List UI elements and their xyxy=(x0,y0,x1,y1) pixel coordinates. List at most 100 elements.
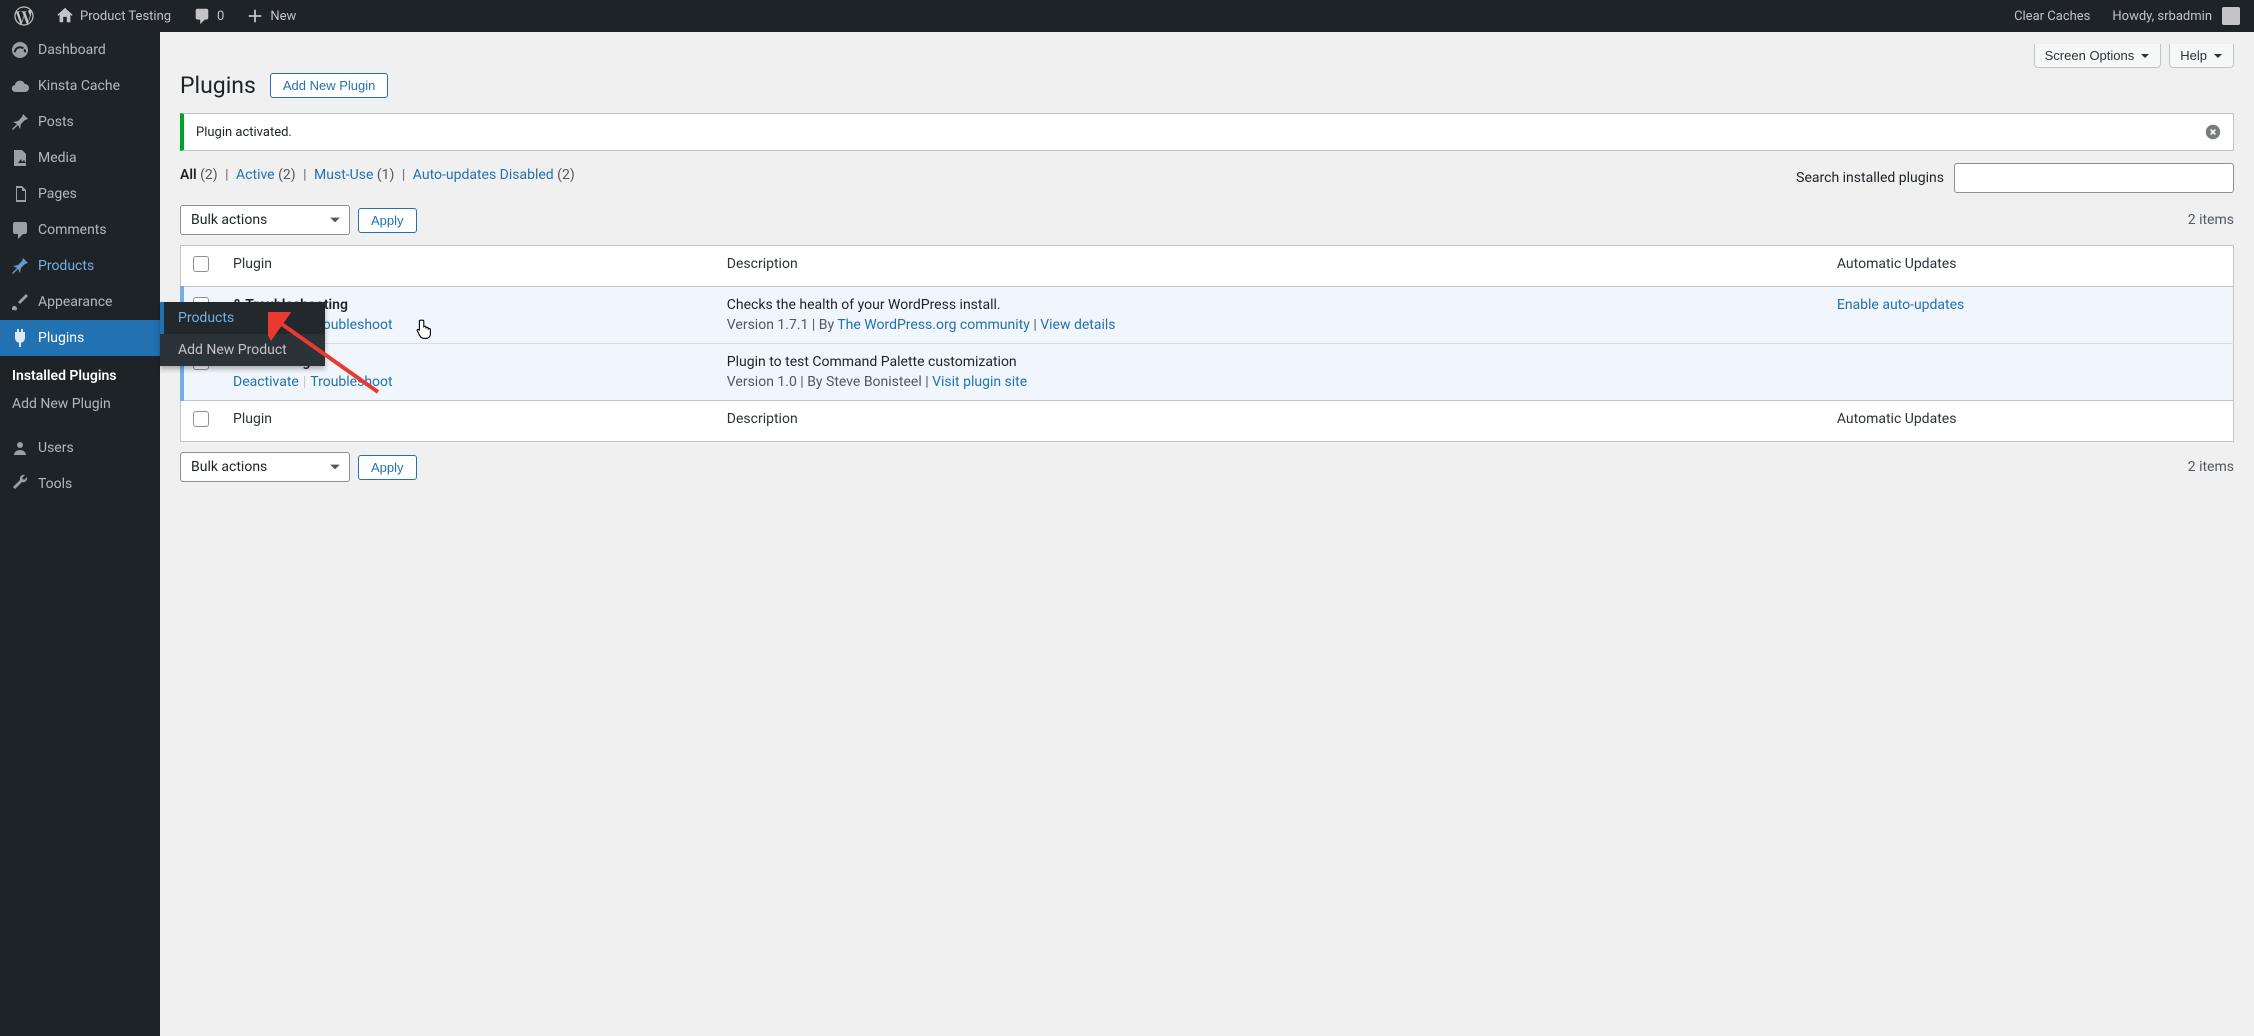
clear-caches-link[interactable]: Clear Caches xyxy=(2010,0,2094,32)
filter-all[interactable]: All xyxy=(180,167,197,183)
sidebar-item-plugins[interactable]: Plugins xyxy=(0,320,160,356)
avatar xyxy=(2222,7,2240,25)
comment-icon xyxy=(10,220,30,240)
plug-icon xyxy=(10,328,30,348)
column-plugin-footer[interactable]: Plugin xyxy=(221,401,715,442)
comment-count: 0 xyxy=(217,9,224,24)
caret-down-icon xyxy=(329,461,341,473)
site-name-link[interactable]: Product Testing xyxy=(52,0,175,32)
products-flyout: Products Add New Product xyxy=(160,302,325,366)
new-content-link[interactable]: New xyxy=(242,0,300,32)
deactivate-link[interactable]: Deactivate xyxy=(233,374,299,390)
sidebar-item-label: Appearance xyxy=(38,294,112,310)
column-auto-updates-footer[interactable]: Automatic Updates xyxy=(1825,401,2234,442)
plugin-description: Plugin to test Command Palette customiza… xyxy=(727,354,1813,370)
sidebar-item-label: Users xyxy=(38,440,74,456)
troubleshoot-link[interactable]: Troubleshoot xyxy=(310,374,392,390)
visit-plugin-site-link[interactable]: Visit plugin site xyxy=(932,374,1027,390)
sidebar-item-tools[interactable]: Tools xyxy=(0,466,160,502)
caret-down-icon xyxy=(329,214,341,226)
plugins-submenu: Installed Plugins Add New Plugin xyxy=(0,356,160,430)
comments-link[interactable]: 0 xyxy=(189,0,228,32)
caret-down-icon xyxy=(2213,51,2223,61)
sidebar-item-comments[interactable]: Comments xyxy=(0,212,160,248)
sidebar-item-products[interactable]: Products xyxy=(0,248,160,284)
item-count-bottom: 2 items xyxy=(2188,459,2234,475)
page-title: Plugins xyxy=(180,72,256,99)
sidebar-item-label: Posts xyxy=(38,114,74,130)
select-all-checkbox-top[interactable] xyxy=(193,256,209,272)
comment-icon xyxy=(193,7,211,25)
column-description[interactable]: Description xyxy=(715,246,1825,287)
notice-text: Plugin activated. xyxy=(196,125,292,140)
admin-sidebar: Dashboard Kinsta Cache Posts Media Pages… xyxy=(0,32,160,1036)
table-row: Product Pages Deactivate|Troubleshoot Pl… xyxy=(181,344,2234,401)
sidebar-item-label: Pages xyxy=(38,186,77,202)
search-label: Search installed plugins xyxy=(1796,170,1944,186)
page-icon xyxy=(10,184,30,204)
sidebar-item-label: Plugins xyxy=(38,330,84,346)
sidebar-item-media[interactable]: Media xyxy=(0,140,160,176)
sidebar-item-pages[interactable]: Pages xyxy=(0,176,160,212)
user-icon xyxy=(10,438,30,458)
dashboard-icon xyxy=(10,40,30,60)
sidebar-item-label: Dashboard xyxy=(38,42,106,58)
add-new-plugin-button[interactable]: Add New Plugin xyxy=(270,73,389,98)
admin-toolbar: Product Testing 0 New Clear Caches Howdy… xyxy=(0,0,2254,32)
apply-bulk-bottom-button[interactable]: Apply xyxy=(358,455,417,480)
caret-down-icon xyxy=(2140,51,2150,61)
sidebar-item-label: Products xyxy=(38,258,94,274)
enable-auto-updates-link[interactable]: Enable auto-updates xyxy=(1837,297,1964,313)
sidebar-item-label: Media xyxy=(38,150,77,166)
account-link[interactable]: Howdy, srbadmin xyxy=(2108,0,2244,32)
screen-options-button[interactable]: Screen Options xyxy=(2034,44,2162,68)
plus-icon xyxy=(246,7,264,25)
media-icon xyxy=(10,148,30,168)
sidebar-item-appearance[interactable]: Appearance xyxy=(0,284,160,320)
brush-icon xyxy=(10,292,30,312)
wrench-icon xyxy=(10,474,30,494)
view-details-link[interactable]: View details xyxy=(1040,317,1115,333)
flyout-item-products[interactable]: Products xyxy=(160,302,325,334)
notice-success: Plugin activated. xyxy=(180,113,2234,151)
plugins-table: Plugin Description Automatic Updates & T… xyxy=(180,245,2234,442)
table-row: & Troubleshooting Deactivate|Troubleshoo… xyxy=(181,287,2234,344)
sidebar-item-label: Comments xyxy=(38,222,107,238)
close-icon xyxy=(2205,124,2221,140)
wordpress-icon xyxy=(14,6,34,26)
bulk-actions-select-bottom[interactable]: Bulk actions xyxy=(180,452,350,482)
wp-logo[interactable] xyxy=(10,0,38,32)
sidebar-item-label: Tools xyxy=(38,476,72,492)
pin-icon xyxy=(10,256,30,276)
submenu-add-new-plugin[interactable]: Add New Plugin xyxy=(0,390,160,418)
sidebar-item-posts[interactable]: Posts xyxy=(0,104,160,140)
plugin-description: Checks the health of your WordPress inst… xyxy=(727,297,1813,313)
column-description-footer[interactable]: Description xyxy=(715,401,1825,442)
filter-must-use[interactable]: Must-Use xyxy=(314,167,373,183)
pin-icon xyxy=(10,112,30,132)
new-label: New xyxy=(270,9,296,24)
sidebar-item-dashboard[interactable]: Dashboard xyxy=(0,32,160,68)
sidebar-item-label: Kinsta Cache xyxy=(38,78,120,94)
filter-active[interactable]: Active xyxy=(236,167,275,183)
flyout-item-add-new-product[interactable]: Add New Product xyxy=(160,334,325,366)
site-name-text: Product Testing xyxy=(80,9,171,24)
home-icon xyxy=(56,7,74,25)
sidebar-item-kinsta-cache[interactable]: Kinsta Cache xyxy=(0,68,160,104)
submenu-installed-plugins[interactable]: Installed Plugins xyxy=(0,362,160,390)
dismiss-notice-button[interactable] xyxy=(2205,124,2221,140)
select-all-checkbox-bottom[interactable] xyxy=(193,411,209,427)
main-content: Screen Options Help Plugins Add New Plug… xyxy=(160,32,2254,1036)
item-count-top: 2 items xyxy=(2188,212,2234,228)
bulk-actions-select-top[interactable]: Bulk actions xyxy=(180,205,350,235)
search-plugins-input[interactable] xyxy=(1954,163,2234,193)
plugin-author-link[interactable]: The WordPress.org community xyxy=(837,317,1030,333)
sidebar-item-users[interactable]: Users xyxy=(0,430,160,466)
apply-bulk-top-button[interactable]: Apply xyxy=(358,208,417,233)
filter-auto-updates-disabled[interactable]: Auto-updates Disabled xyxy=(413,167,554,183)
column-plugin[interactable]: Plugin xyxy=(221,246,715,287)
howdy-text: Howdy, srbadmin xyxy=(2112,9,2212,24)
cloud-icon xyxy=(10,76,30,96)
column-auto-updates[interactable]: Automatic Updates xyxy=(1825,246,2234,287)
help-button[interactable]: Help xyxy=(2169,44,2234,68)
